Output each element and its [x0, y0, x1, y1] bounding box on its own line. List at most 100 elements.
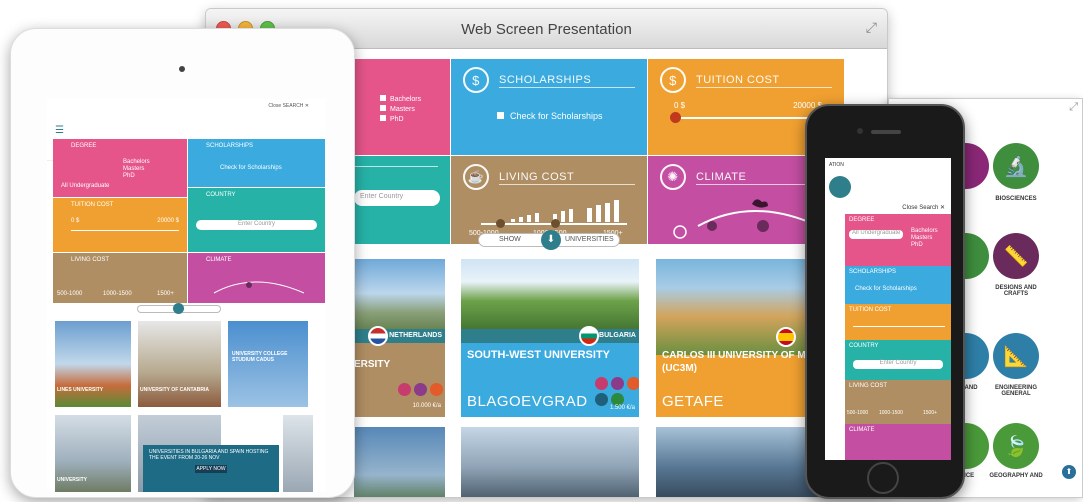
ipad-device: Close SEARCH ✕ ☰ DEGREE Bachelors Masters… — [10, 28, 355, 498]
iphone-device: ATION Close Search ✕ DEGREE All Undergra… — [805, 104, 965, 499]
ipad-country-tile[interactable]: COUNTRY Enter Country — [188, 188, 325, 252]
home-button[interactable] — [867, 462, 899, 494]
university-fee: 1.500 €/a — [609, 405, 635, 411]
tile-label: TUITION COST — [849, 307, 892, 313]
country-tile[interactable]: Enter Country — [354, 156, 450, 244]
university-card[interactable] — [461, 427, 639, 497]
chevron-down-icon[interactable] — [173, 303, 184, 314]
ipad-tuition-tile[interactable]: TUITION COST 0 $ 20000 $ — [53, 198, 187, 252]
close-search-button[interactable]: Close SEARCH ✕ — [268, 103, 309, 109]
degree-option[interactable]: PhD — [911, 242, 923, 248]
iphone-climate-tile[interactable]: CLIMATE — [845, 424, 951, 460]
scholarships-checkbox-label[interactable]: Check for Scholarships — [510, 111, 603, 121]
tile-label: DEGREE — [849, 217, 875, 223]
tile-label: DEGREE — [71, 143, 97, 149]
country-input[interactable]: Enter Country — [853, 360, 943, 369]
tuition-slider[interactable] — [71, 230, 179, 231]
university-city: BLAGOEVGRAD — [467, 393, 588, 410]
tile-label: LIVING COST — [71, 257, 110, 263]
country-input[interactable]: Enter Country — [354, 190, 440, 206]
tile-label: CLIMATE — [849, 427, 875, 433]
degree-option[interactable]: Bachelors — [911, 228, 938, 234]
ipad-living-tile[interactable]: LIVING COST 500-1000 1000-1500 1500+ — [53, 253, 187, 303]
university-name: UNIVERSITY OF CANTABRIA — [140, 387, 209, 393]
scholarships-title: SCHOLARSHIPS — [499, 74, 592, 86]
ipad-climate-tile[interactable]: CLIMATE — [188, 253, 325, 303]
promo-text: UNIVERSITIES IN BULGARIA AND SPAIN HOSTI… — [149, 449, 269, 461]
degree-option[interactable]: Bachelors — [123, 159, 150, 165]
living-range: 1000-1500 — [879, 410, 903, 416]
close-search-button[interactable]: Close Search ✕ — [902, 204, 945, 211]
degree-option[interactable]: PhD — [390, 116, 404, 123]
subject-label: DESIGNS AND CRAFTS — [995, 285, 1037, 297]
tuition-slider[interactable] — [853, 326, 945, 327]
menu-icon[interactable]: ☰ — [55, 125, 64, 136]
scholarships-checkbox-label[interactable]: Check for Scholarships — [855, 286, 917, 292]
tuition-min: 0 $ — [674, 101, 686, 110]
speaker-icon — [871, 130, 901, 134]
fullscreen-icon[interactable]: ⤢ — [866, 19, 877, 36]
university-card[interactable]: BULGARIA SOUTH-WEST UNIVERSITY BLAGOEVGR… — [461, 259, 639, 417]
money-icon: $ — [463, 67, 489, 93]
country-input[interactable]: Enter Country — [196, 220, 317, 230]
iphone-country-tile[interactable]: COUNTRY Enter Country — [845, 340, 951, 380]
living-range: 500-1000 — [847, 410, 869, 416]
iphone-tuition-tile[interactable]: TUITION COST — [845, 304, 951, 340]
degree-option[interactable]: Masters — [123, 166, 144, 172]
tile-label: LIVING COST — [849, 383, 888, 389]
iphone-living-tile[interactable]: LIVING COST 500-1000 1000-1500 1500+ — [845, 380, 951, 424]
subject-label: ENGINEERING GENERAL — [994, 385, 1037, 397]
fullscreen-icon[interactable]: ⤢ — [1069, 101, 1078, 114]
degree-value: All Undergraduate — [61, 183, 110, 189]
ipad-university-card[interactable]: UNIVERSITY COLLEGE STUDIUM CADUS — [228, 321, 308, 407]
chevron-down-icon[interactable]: ⬇ — [541, 230, 561, 250]
microscope-icon[interactable]: 🔬 — [993, 143, 1039, 189]
ipad-university-card[interactable]: UNIVERSITY — [55, 415, 131, 492]
triangle-icon[interactable]: 📐 — [993, 333, 1039, 379]
degree-option[interactable]: PhD — [123, 173, 135, 179]
iphone-degree-tile[interactable]: DEGREE All Undergraduate Bachelors Master… — [845, 214, 951, 266]
scholarships-tile[interactable]: $ SCHOLARSHIPS Check for Scholarships — [451, 59, 647, 155]
toggle-left-label: SHOW — [499, 236, 521, 243]
menu-icon[interactable] — [829, 176, 851, 198]
degree-option[interactable]: Masters — [911, 235, 932, 241]
tuition-slider-handle[interactable] — [670, 112, 681, 123]
tile-label: COUNTRY — [849, 343, 879, 349]
ruler-icon[interactable]: 📏 — [993, 233, 1039, 279]
degree-option[interactable]: Bachelors — [390, 96, 421, 103]
tile-label: TUITION COST — [71, 202, 114, 208]
iphone-scholarships-tile[interactable]: SCHOLARSHIPS Check for Scholarships — [845, 266, 951, 304]
camera-icon — [857, 128, 863, 134]
tuition-slider[interactable] — [676, 117, 824, 119]
degree-tile[interactable]: Bachelors Masters PhD — [354, 59, 450, 155]
university-card[interactable] — [354, 427, 445, 497]
apply-now-button[interactable]: APPLY NOW — [195, 465, 227, 473]
subject-label: BIOSCIENCES — [995, 196, 1037, 202]
ipad-screen: Close SEARCH ✕ ☰ DEGREE Bachelors Masters… — [47, 99, 325, 492]
scroll-top-button[interactable]: ⬆ — [1062, 465, 1076, 479]
university-card[interactable]: NETHERLANDS ERSITY 10.000 €/a — [354, 259, 445, 417]
money-icon: $ — [660, 67, 686, 93]
camera-icon — [179, 66, 185, 72]
scholarships-checkbox-label[interactable]: Check for Scholarships — [220, 165, 282, 171]
degree-select[interactable]: All Undergraduate — [849, 230, 903, 239]
coffee-cup-icon: ☕ — [463, 164, 489, 190]
university-name: SOUTH-WEST UNIVERSITY — [467, 349, 611, 361]
ipad-university-card[interactable]: UNIVERSITY OF CANTABRIA — [138, 321, 221, 407]
degree-option[interactable]: Masters — [390, 106, 415, 113]
ipad-scholarships-tile[interactable]: SCHOLARSHIPS Check for Scholarships — [188, 139, 325, 187]
show-universities-toggle[interactable]: SHOW UNIVERSITIES ⬇ — [478, 230, 620, 250]
university-name: ERSITY — [354, 359, 391, 370]
event-promo: UNIVERSITIES IN BULGARIA AND SPAIN HOSTI… — [143, 445, 279, 492]
leaf-icon[interactable]: 🍃 — [993, 423, 1039, 469]
ipad-university-card[interactable] — [283, 415, 313, 492]
tuition-min: 0 $ — [71, 218, 80, 224]
tile-label: SCHOLARSHIPS — [849, 269, 897, 275]
bulgaria-flag-icon — [579, 326, 599, 346]
tuition-max: 20000 $ — [157, 218, 179, 224]
iphone-screen: ATION Close Search ✕ DEGREE All Undergra… — [825, 158, 951, 460]
university-city: GETAFE — [662, 393, 724, 410]
tuition-title: TUITION COST — [696, 74, 780, 86]
ipad-university-card[interactable]: LINES UNIVERSITY — [55, 321, 131, 407]
ipad-degree-tile[interactable]: DEGREE Bachelors Masters PhD All Undergrad… — [53, 139, 187, 197]
